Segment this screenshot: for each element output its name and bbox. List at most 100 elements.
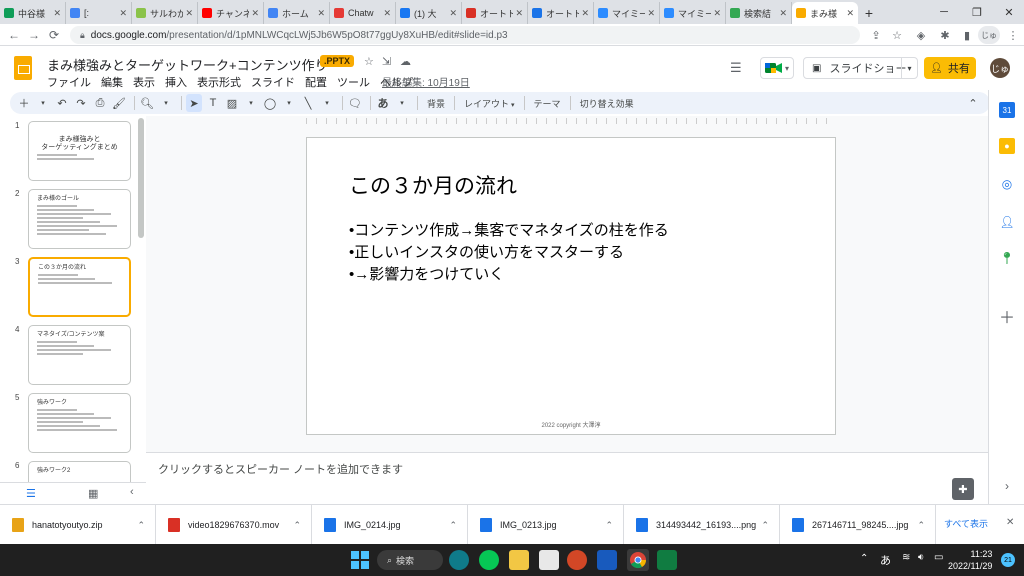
keep-icon[interactable]: ● (999, 138, 1015, 154)
filmstrip-scrollbar[interactable] (138, 118, 144, 238)
select-cursor-icon[interactable]: ➤ (186, 94, 202, 112)
expand-panel-icon[interactable]: › (999, 478, 1015, 494)
browser-tab[interactable]: Chatw ✕ (330, 2, 396, 24)
slide-title[interactable]: この３か月の流れ (349, 170, 517, 200)
taskbar-search[interactable]: ⌕ 検索 (377, 550, 443, 570)
browser-tab[interactable]: まみ様 ✕ (792, 2, 858, 24)
forward-icon[interactable]: → (24, 25, 44, 45)
document-title[interactable]: まみ様強みとターゲットワーク+コンテンツ作り (47, 55, 328, 74)
print-icon[interactable]: ⎙ (92, 94, 108, 112)
close-tab-icon[interactable]: ✕ (185, 8, 193, 19)
star-icon[interactable]: ☆ (364, 55, 374, 68)
chevron-down-icon[interactable]: ▾ (281, 94, 297, 112)
slide-bullets[interactable]: •コンテンツ作成→集客でマネタイズの柱を作る •正しいインスタの使い方をマスターす… (349, 220, 669, 286)
slide-thumbnail[interactable]: まみ様強みと ターゲッティングまとめ (28, 121, 131, 181)
menu-item[interactable]: ファイル (47, 74, 91, 90)
bookmark-star-icon[interactable]: ☆ (888, 26, 906, 44)
shield-icon[interactable]: ◈ (912, 26, 930, 44)
close-tab-icon[interactable]: ✕ (713, 8, 721, 19)
menu-item[interactable]: 挿入 (165, 74, 187, 90)
sidebar-icon[interactable]: ▮ (958, 26, 976, 44)
chevron-down-icon[interactable]: ▾ (901, 58, 917, 78)
restore-button[interactable]: ❐ (962, 0, 992, 24)
redo-icon[interactable]: ↷ (73, 94, 89, 112)
store-icon[interactable] (539, 550, 559, 570)
menu-item[interactable]: 表示形式 (197, 74, 241, 90)
collapse-toolbar-icon[interactable]: ⌃ (965, 94, 981, 112)
slide-thumbnail[interactable]: マネタイズ/コンテンツ案 (28, 325, 131, 385)
close-tab-icon[interactable]: ✕ (647, 8, 655, 19)
browser-tab[interactable]: 中谷様 ✕ (0, 2, 66, 24)
chevron-up-icon[interactable]: ⌃ (761, 520, 769, 531)
notification-badge[interactable]: 21 (1001, 553, 1015, 567)
maps-icon[interactable]: 📍︎ (999, 250, 1015, 266)
background-button[interactable]: 背景 (427, 97, 445, 110)
menu-item[interactable]: 配置 (305, 74, 327, 90)
download-item[interactable]: IMG_0214.jpg ⌃ (312, 505, 468, 545)
collapse-panel-icon[interactable]: ‹ (130, 486, 134, 498)
contacts-icon[interactable]: 👤︎ (999, 214, 1015, 230)
chevron-up-icon[interactable]: ⌃ (449, 520, 457, 531)
move-folder-icon[interactable]: ⇲ (382, 55, 391, 68)
close-tab-icon[interactable]: ✕ (515, 8, 523, 19)
slide-thumbnail[interactable]: この３か月の流れ (28, 257, 131, 317)
download-item[interactable]: 314493442_16193....png ⌃ (624, 505, 780, 545)
close-tab-icon[interactable]: ✕ (119, 8, 127, 19)
download-item[interactable]: hanatotyoutyo.zip ⌃ (0, 505, 156, 545)
explore-icon[interactable]: ✚ (952, 478, 974, 500)
browser-tab[interactable]: ホーム ✕ (264, 2, 330, 24)
transition-button[interactable]: 切り替え効果 (580, 97, 634, 110)
chevron-up-icon[interactable]: ⌃ (293, 520, 301, 531)
browser-tab[interactable]: [: ✕ (66, 2, 132, 24)
insert-comment-icon[interactable]: 🗨︎ (347, 94, 363, 112)
extensions-icon[interactable]: ✱ (936, 26, 954, 44)
last-edit-link[interactable]: 最終編集: 10月19日 (382, 74, 470, 89)
share-button[interactable]: 👤︎ 共有 (924, 57, 976, 79)
line-icon[interactable]: ╲ (300, 94, 316, 112)
edge-icon[interactable] (449, 550, 469, 570)
browser-tab[interactable]: サルわか ✕ (132, 2, 198, 24)
menu-item[interactable]: 表示 (133, 74, 155, 90)
current-slide[interactable]: この３か月の流れ •コンテンツ作成→集客でマネタイズの柱を作る •正しいインスタの… (306, 137, 836, 435)
menu-item[interactable]: ツール (337, 74, 370, 90)
close-window-button[interactable]: ✕ (994, 0, 1024, 24)
calendar-icon[interactable]: 31 (999, 102, 1015, 118)
zoom-icon[interactable]: 🔍︎ (139, 94, 155, 112)
browser-tab[interactable]: オートト ✕ (462, 2, 528, 24)
tray-overflow-icon[interactable]: ⌃ (860, 553, 868, 564)
minimize-button[interactable]: ─ (929, 0, 959, 24)
slide-thumbnail[interactable]: 強みワーク (28, 393, 131, 453)
chevron-down-icon[interactable]: ▾ (35, 94, 51, 112)
browser-tab[interactable]: オートト ✕ (528, 2, 594, 24)
excel-icon[interactable] (657, 550, 677, 570)
chevron-up-icon[interactable]: ⌃ (917, 520, 925, 531)
layout-button[interactable]: レイアウト ▾ (464, 97, 515, 110)
comment-history-icon[interactable]: ☰ (730, 60, 742, 76)
profile-avatar[interactable]: じゅ (978, 26, 1000, 44)
reload-icon[interactable]: ⟳ (44, 25, 64, 45)
download-item[interactable]: 267146711_98245....jpg ⌃ (780, 505, 936, 545)
speaker-notes-placeholder[interactable]: クリックするとスピーカー ノートを追加できます (158, 461, 403, 477)
image-icon[interactable]: ▨ (224, 94, 240, 112)
tasks-icon[interactable]: ◎ (999, 176, 1015, 192)
browser-tab[interactable]: マイミー ✕ (660, 2, 726, 24)
slide-thumbnail[interactable]: まみ様のゴール (28, 189, 131, 249)
browser-tab[interactable]: チャンネ ✕ (198, 2, 264, 24)
speaker-icon[interactable]: 🔉︎ (918, 552, 924, 563)
browser-tab[interactable]: 検索結 ✕ (726, 2, 792, 24)
close-tab-icon[interactable]: ✕ (846, 8, 854, 19)
new-slide-icon[interactable]: ＋ (16, 94, 32, 112)
close-tab-icon[interactable]: ✕ (383, 8, 391, 19)
menu-item[interactable]: 編集 (101, 74, 123, 90)
paint-format-icon[interactable]: 🖌︎ (111, 94, 127, 112)
download-item[interactable]: video1829676370.mov ⌃ (156, 505, 312, 545)
chevron-down-icon[interactable]: ▾ (158, 94, 174, 112)
chevron-down-icon[interactable]: ▾ (394, 94, 410, 112)
meet-button[interactable]: ▾ (760, 57, 794, 79)
undo-icon[interactable]: ↶ (54, 94, 70, 112)
menu-item[interactable]: スライド (251, 74, 295, 90)
close-tab-icon[interactable]: ✕ (317, 8, 325, 19)
windows-start-icon[interactable] (351, 551, 369, 569)
cloud-status-icon[interactable]: ☁ (400, 55, 411, 68)
avatar[interactable]: じゅ (990, 58, 1010, 78)
